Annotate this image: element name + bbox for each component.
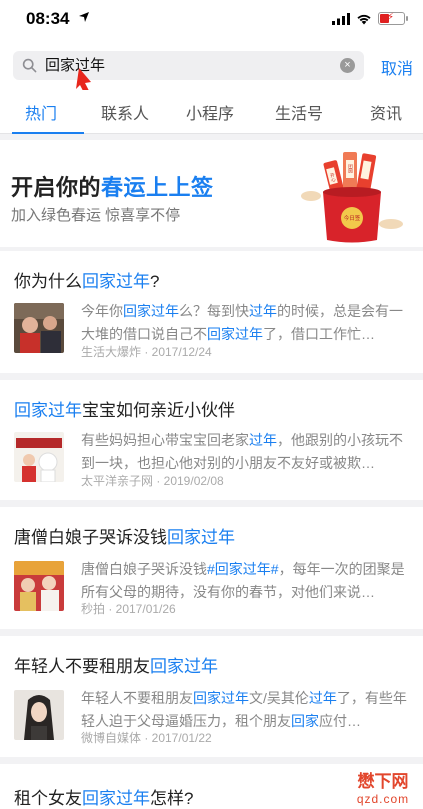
article-title: 你为什么回家过年?	[14, 272, 160, 291]
art-label-today-sign: 今日签	[344, 214, 361, 222]
article-thumbnail	[14, 690, 64, 740]
article-excerpt: 有些妈妈担心带宝宝回老家过年，他跟别的小孩玩不到一块，也担心他对别的小朋友不友好…	[81, 432, 403, 471]
article-thumbnail	[14, 303, 64, 353]
location-arrow-icon	[79, 12, 89, 22]
clear-icon[interactable]: ×	[340, 58, 355, 73]
article-source: 太平洋亲子网 · 2019/02/08	[81, 474, 224, 488]
article-title: 回家过年宝宝如何亲近小伙伴	[14, 401, 235, 420]
tab-contacts[interactable]: 联系人	[101, 100, 149, 124]
article-title: 年轻人不要租朋友回家过年	[14, 657, 218, 676]
fortune-stick-cup-illustration: 开心 团圆 今日签	[301, 152, 403, 243]
article-card[interactable]: 你为什么回家过年? 今年你回家过年么？每到快过年的时候，总是会有一大堆的借口说自…	[0, 251, 423, 373]
promo-banner[interactable]: 开启你的春运上上签 加入绿色春运 惊喜享不停 开心 团圆 今日签	[0, 140, 423, 247]
article-title: 租个女友回家过年怎样?	[14, 789, 194, 808]
tab-life-accounts[interactable]: 生活号	[275, 100, 323, 124]
search-icon	[22, 58, 37, 73]
article-excerpt: 年轻人不要租朋友回家过年文/吴其伦过年了，有些年轻人迫于父母逼婚压力，租个朋友回…	[81, 690, 407, 729]
cancel-button[interactable]: 取消	[381, 55, 413, 79]
search-field[interactable]: ×	[13, 51, 364, 80]
search-bar: × 取消	[0, 40, 423, 90]
banner-subtitle: 加入绿色春运 惊喜享不停	[11, 207, 181, 224]
art-label-reunion: 团圆	[348, 164, 353, 175]
article-card[interactable]: 回家过年宝宝如何亲近小伙伴 有些妈妈担心带宝宝回老家过年，他跟别的小孩玩不到一块…	[0, 380, 423, 500]
status-time: 08:34	[26, 9, 70, 28]
signal-icon	[332, 12, 350, 25]
status-indicators: ⚡	[332, 12, 408, 25]
article-excerpt: 今年你回家过年么？每到快过年的时候，总是会有一大堆的借口说自己不回家过年了，借口…	[81, 303, 403, 342]
article-card[interactable]: 年轻人不要租朋友回家过年 年轻人不要租朋友回家过年文/吴其伦过年了，有些年轻人迫…	[0, 636, 423, 757]
battery-icon: ⚡	[378, 12, 408, 25]
article-excerpt: 唐僧白娘子哭诉没钱#回家过年#，每年一次的团聚是所有父母的期待，没有你的春节，对…	[81, 561, 405, 600]
article-source: 秒拍 · 2017/01/26	[81, 602, 176, 616]
tab-hot[interactable]: 热门	[25, 100, 57, 124]
category-tabs: 热门 联系人 小程序 生活号 资讯	[0, 90, 423, 134]
tab-mini-programs[interactable]: 小程序	[186, 100, 234, 124]
article-card[interactable]: 唐僧白娘子哭诉没钱回家过年 唐僧白娘子哭诉没钱#回家过年#，每年一次的团聚是所有…	[0, 507, 423, 629]
article-source: 生活大爆炸 · 2017/12/24	[81, 345, 212, 359]
article-source: 微博自媒体 · 2017/01/22	[81, 731, 212, 745]
status-bar: 08:34 ⚡	[0, 0, 423, 40]
active-tab-indicator	[12, 132, 84, 134]
tab-news[interactable]: 资讯	[370, 100, 402, 124]
article-thumbnail	[14, 561, 64, 611]
wifi-icon	[357, 14, 371, 24]
watermark-logo: 懋下网 qzd.com	[356, 772, 410, 806]
article-title: 唐僧白娘子哭诉没钱回家过年	[14, 528, 235, 547]
article-thumbnail	[14, 432, 64, 482]
banner-title: 开启你的春运上上签	[11, 175, 214, 200]
